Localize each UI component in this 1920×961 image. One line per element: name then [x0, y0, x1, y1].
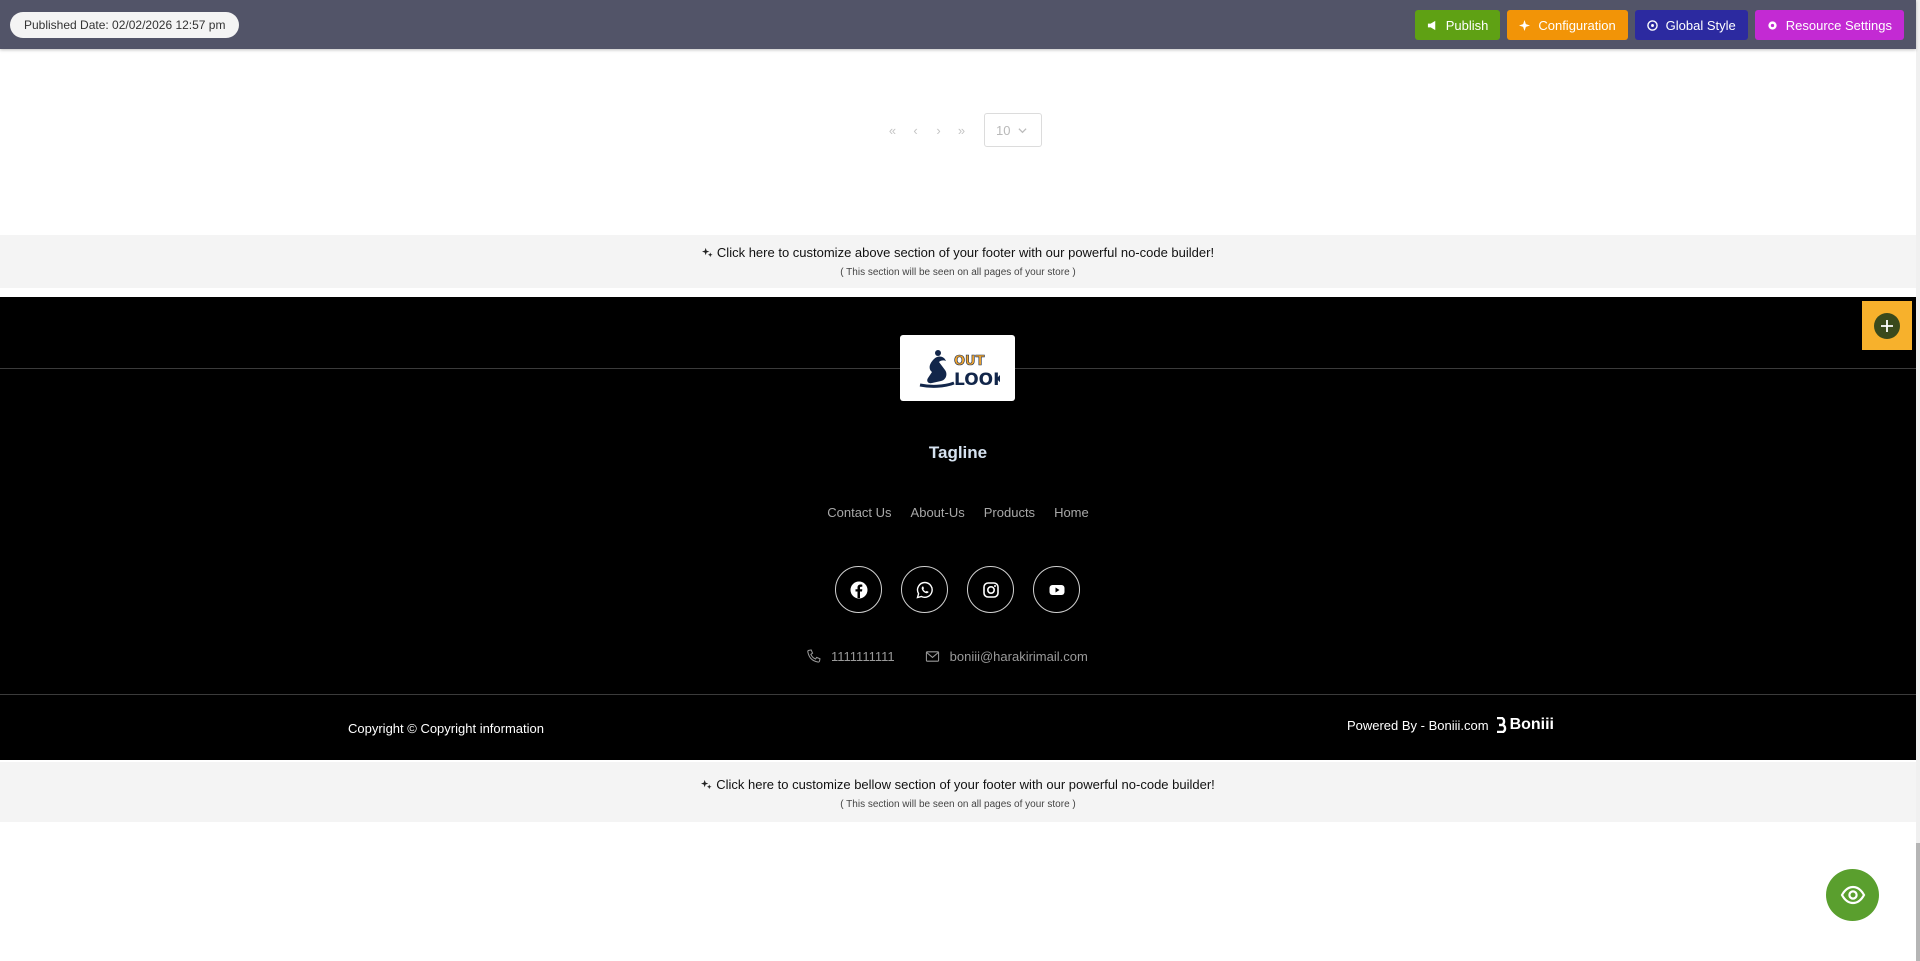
- chevron-down-icon: [1018, 127, 1028, 133]
- configuration-button[interactable]: Configuration: [1507, 10, 1628, 40]
- palette-icon: [1646, 19, 1658, 31]
- footer-link-about-us[interactable]: About-Us: [911, 505, 965, 520]
- boniii-mark-icon: [1496, 717, 1506, 733]
- customize-below-footer-band[interactable]: Click here to customize bellow section o…: [0, 762, 1916, 822]
- eye-icon: [1840, 885, 1865, 905]
- page-size-value: 10: [996, 122, 1011, 138]
- toolbar-actions: Publish Configuration Global Style Resou…: [1414, 10, 1904, 40]
- sparkle-icon: [701, 247, 713, 258]
- youtube-icon: [1049, 584, 1064, 595]
- outlook-logo-image: OUT LOOK: [919, 350, 1000, 390]
- email-contact[interactable]: boniii@harakirimail.com: [925, 649, 1088, 664]
- top-toolbar: Published Date: 02/02/2026 12:57 pm Publ…: [0, 0, 1916, 49]
- gear-icon: [1768, 20, 1777, 30]
- footer-divider-bottom: [0, 694, 1916, 695]
- pagination: « ‹ › » 10: [881, 113, 1042, 147]
- publish-button[interactable]: Publish: [1414, 10, 1501, 40]
- customize-above-footer-band[interactable]: Click here to customize above section of…: [0, 235, 1916, 288]
- svg-text:OUT: OUT: [954, 354, 985, 369]
- first-page-button[interactable]: «: [881, 123, 904, 138]
- boniii-logo-text: Boniii: [1509, 716, 1554, 733]
- scrollbar-thumb[interactable]: [1916, 843, 1920, 961]
- page-size-select[interactable]: 10: [984, 113, 1042, 147]
- boniii-logo[interactable]: Boniii: [1496, 716, 1554, 734]
- copyright-text: Copyright © Copyright information: [348, 721, 544, 736]
- publish-label: Publish: [1445, 17, 1489, 33]
- sparkle-icon: [1519, 19, 1531, 31]
- resource-settings-button[interactable]: Resource Settings: [1754, 10, 1904, 40]
- published-date-badge: Published Date: 02/02/2026 12:57 pm: [10, 12, 240, 38]
- powered-by-text[interactable]: Powered By - Boniii.com: [1347, 718, 1489, 733]
- instagram-link[interactable]: [967, 566, 1014, 613]
- last-page-button[interactable]: »: [950, 123, 973, 138]
- mail-icon: [925, 651, 939, 662]
- customize-above-title-row: Click here to customize above section of…: [0, 235, 1916, 260]
- phone-contact[interactable]: 1111111111: [806, 649, 895, 664]
- footer-link-contact-us[interactable]: Contact Us: [827, 505, 891, 520]
- whatsapp-link[interactable]: [901, 566, 948, 613]
- plus-icon: [1881, 319, 1893, 332]
- page-scrollbar[interactable]: [1916, 0, 1920, 961]
- global-style-button[interactable]: Global Style: [1634, 10, 1748, 40]
- footer-link-products[interactable]: Products: [984, 505, 1035, 520]
- social-links: [835, 566, 1080, 613]
- store-logo[interactable]: OUT LOOK: [900, 335, 1015, 401]
- footer-contacts: 1111111111 boniii@harakirimail.com: [806, 649, 1088, 664]
- prev-page-button[interactable]: ‹: [904, 123, 927, 138]
- global-style-label: Global Style: [1665, 17, 1736, 33]
- footer-link-home[interactable]: Home: [1054, 505, 1089, 520]
- preview-button[interactable]: [1826, 869, 1879, 921]
- email-address: boniii@harakirimail.com: [949, 649, 1088, 664]
- phone-number: 1111111111: [831, 649, 895, 664]
- customize-below-subtitle: ( This section will be seen on all pages…: [840, 799, 1076, 810]
- customize-below-title: Click here to customize bellow section o…: [716, 777, 1215, 792]
- megaphone-icon: [1427, 20, 1435, 30]
- whatsapp-icon: [915, 581, 933, 598]
- facebook-icon: [850, 581, 867, 598]
- svg-text:LOOK: LOOK: [954, 370, 1000, 390]
- next-page-button[interactable]: ›: [927, 123, 950, 138]
- sparkle-icon: [701, 779, 712, 790]
- resource-settings-label: Resource Settings: [1785, 17, 1892, 33]
- store-footer: OUT LOOK Tagline Contact Us About-Us Pro…: [0, 297, 1916, 760]
- configuration-label: Configuration: [1538, 17, 1616, 33]
- instagram-icon: [982, 581, 999, 598]
- customize-above-subtitle: ( This section will be seen on all pages…: [840, 267, 1076, 278]
- powered-by: Powered By - Boniii.com Boniii: [1347, 716, 1554, 734]
- footer-tagline: Tagline: [928, 443, 988, 462]
- customize-below-title-row: Click here to customize bellow section o…: [0, 762, 1916, 792]
- footer-links: Contact Us About-Us Products Home: [0, 505, 1916, 520]
- customize-above-title: Click here to customize above section of…: [716, 245, 1215, 260]
- add-button-circle: [1874, 312, 1900, 339]
- facebook-link[interactable]: [835, 566, 882, 613]
- add-section-button[interactable]: [1862, 301, 1912, 350]
- phone-icon: [807, 649, 821, 663]
- youtube-link[interactable]: [1033, 566, 1080, 613]
